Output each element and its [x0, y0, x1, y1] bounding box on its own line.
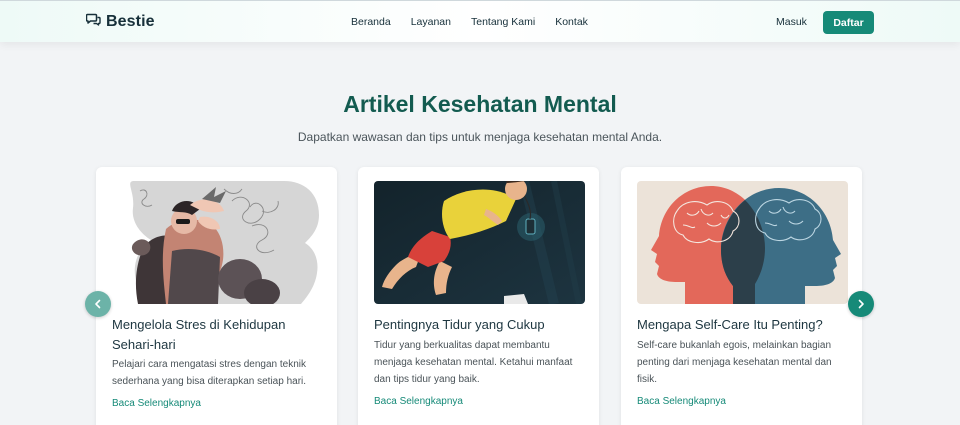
read-more-link[interactable]: Baca Selengkapnya	[637, 396, 726, 407]
carousel-next-button[interactable]	[848, 291, 874, 317]
carousel-prev-button[interactable]	[85, 291, 111, 317]
read-more-link[interactable]: Baca Selengkapnya	[374, 396, 463, 407]
signup-button[interactable]: Daftar	[823, 11, 874, 34]
article-card-stress: Mengelola Stres di Kehidupan Sehari-hari…	[96, 167, 337, 425]
nav-link-beranda[interactable]: Beranda	[351, 16, 391, 28]
nav-link-tentang-kami[interactable]: Tentang Kami	[471, 16, 535, 28]
brand-logo[interactable]: Bestie	[85, 13, 155, 31]
nav-menu: Beranda Layanan Tentang Kami Kontak	[351, 16, 588, 28]
nav-link-kontak[interactable]: Kontak	[555, 16, 588, 28]
chat-bubbles-icon	[85, 13, 101, 31]
article-title[interactable]: Mengelola Stres di Kehidupan Sehari-hari	[112, 315, 324, 355]
article-card-sleep: Pentingnya Tidur yang Cukup Tidur yang b…	[358, 167, 599, 425]
article-description: Pelajari cara mengatasi stres dengan tek…	[112, 359, 307, 387]
nav-link-layanan[interactable]: Layanan	[411, 16, 451, 28]
article-card-self-care: Mengapa Self-Care Itu Penting? Self-care…	[621, 167, 862, 425]
section-subtitle: Dapatkan wawasan dan tips untuk menjaga …	[297, 130, 663, 144]
login-link[interactable]: Masuk	[776, 16, 807, 28]
article-image-self-care	[637, 181, 848, 304]
article-image-sleep	[374, 181, 585, 304]
article-title[interactable]: Mengapa Self-Care Itu Penting?	[637, 315, 849, 335]
read-more-link[interactable]: Baca Selengkapnya	[112, 398, 201, 409]
brand-name: Bestie	[106, 13, 155, 30]
chevron-right-icon	[856, 297, 866, 312]
section-title: Artikel Kesehatan Mental	[343, 91, 617, 117]
article-title[interactable]: Pentingnya Tidur yang Cukup	[374, 315, 586, 335]
article-description: Tidur yang berkualitas dapat membantu me…	[374, 340, 573, 385]
article-image-stress	[112, 181, 323, 304]
navbar: Bestie Beranda Layanan Tentang Kami Kont…	[0, 0, 960, 42]
article-description: Self-care bukanlah egois, melainkan bagi…	[637, 340, 832, 385]
chevron-left-icon	[93, 297, 103, 312]
